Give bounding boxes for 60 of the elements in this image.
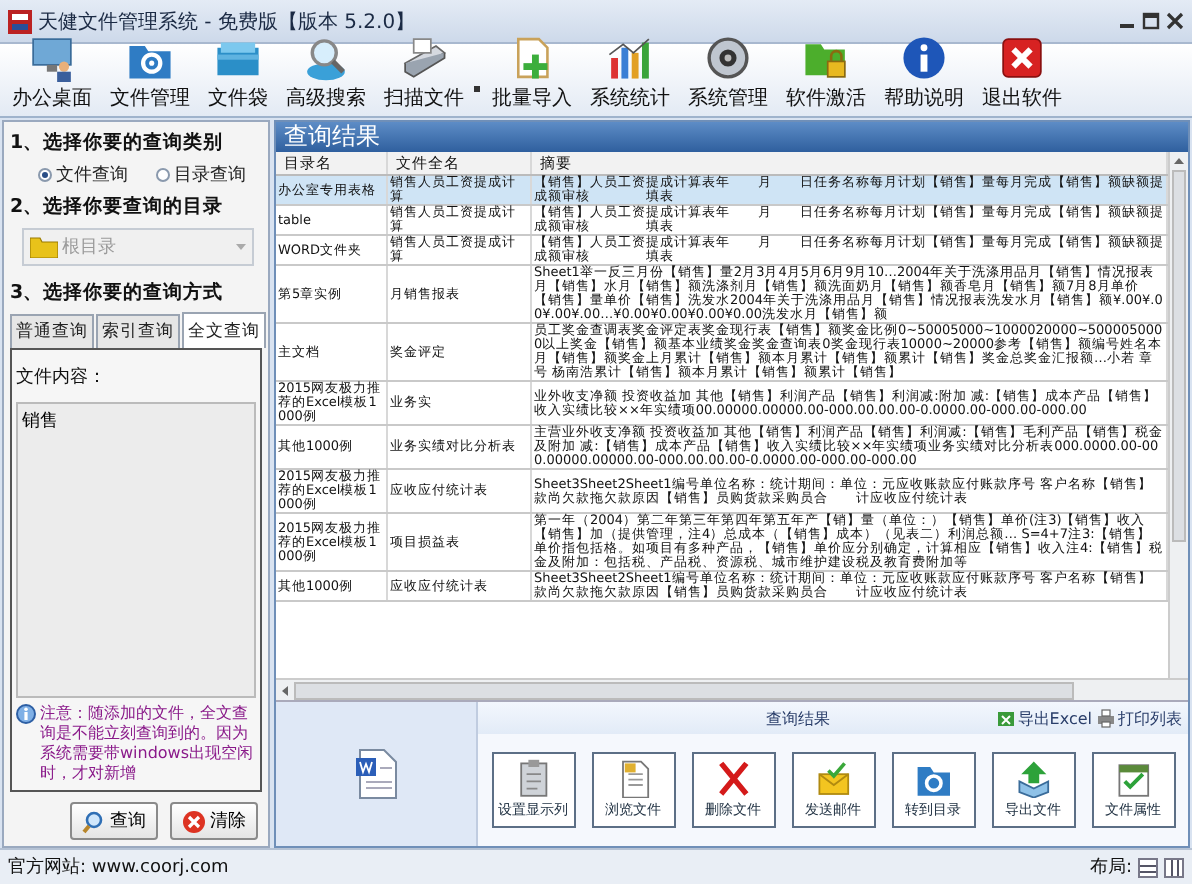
monitor-icon (28, 34, 76, 82)
toolbar-button[interactable]: 退出软件 (974, 32, 1070, 116)
toolbar-button[interactable]: 软件激活 (778, 32, 874, 116)
caret-icon (236, 244, 246, 250)
toolbar-link[interactable]: 导出Excel (993, 707, 1094, 729)
maximize-icon[interactable] (1142, 12, 1160, 30)
toolbar-button[interactable]: 系统管理 (680, 32, 776, 116)
section-heading: 1、选择你要的查询类别 (10, 130, 226, 156)
table-row[interactable] (276, 514, 1168, 572)
section-heading: 2、选择你要查询的目录 (10, 194, 226, 220)
app-icon (8, 9, 32, 33)
export-icon (1013, 758, 1053, 798)
panel-title: 查询结果 (763, 707, 832, 729)
tab[interactable]: 全文查询 (182, 312, 266, 348)
radio-icon[interactable] (156, 168, 170, 182)
layout-label: 布局: (1089, 855, 1132, 880)
clear-icon (182, 809, 206, 833)
horizontal-scrollbar[interactable] (276, 678, 1188, 700)
close-icon[interactable] (1166, 12, 1184, 30)
toolbar-button[interactable]: 文件管理 (102, 32, 198, 116)
search-icon (82, 809, 106, 833)
section-heading: 3、选择你要的查询方式 (10, 280, 226, 306)
action-button[interactable]: 查询 (70, 802, 158, 840)
word-document-icon (354, 748, 398, 800)
panel-title: 查询结果 (276, 122, 1188, 152)
info-icon (900, 34, 948, 82)
layout-rows-icon[interactable] (1138, 857, 1158, 877)
bar-chart-icon (606, 34, 654, 82)
toolbar-button[interactable]: 文件袋 (200, 32, 276, 116)
toolbar-button[interactable]: 系统统计 (582, 32, 678, 116)
website-text: 官方网站: www.coorj.com (8, 855, 229, 880)
folder-icon (30, 236, 58, 258)
envelope-icon (813, 758, 853, 798)
delete-icon (713, 758, 753, 798)
action-button[interactable]: 清除 (170, 802, 258, 840)
spreadsheet-icon (995, 708, 1016, 728)
tab[interactable]: 索引查询 (96, 314, 180, 348)
note-text: 注意：随添加的文件，全文查询是不能立刻查询到的。因为系统需要带windows出现空闲时，才对新增 (40, 704, 256, 784)
content-field[interactable]: 销售 (16, 402, 256, 698)
toolbar-button[interactable]: 办公桌面 (4, 32, 100, 116)
layout-columns-icon[interactable] (1164, 857, 1184, 877)
magnifier-icon (302, 34, 350, 82)
field-label: 文件内容： (16, 365, 108, 392)
toolbar-button[interactable]: 扫描文件 (376, 32, 472, 116)
toolbar-link[interactable]: 打印列表 (1094, 707, 1184, 729)
checklist-icon (1113, 758, 1153, 798)
window-title: 天健文件管理系统 - 免费版【版本 5.2.0】 (38, 9, 416, 35)
toolbar-button[interactable]: 帮助说明 (876, 32, 972, 116)
radio-option[interactable]: 文件查询 (38, 162, 128, 188)
radio-option[interactable]: 目录查询 (156, 162, 246, 188)
toolbar-button[interactable]: 高级搜索 (278, 32, 374, 116)
exit-icon (998, 34, 1046, 82)
gear-icon (704, 34, 752, 82)
tab[interactable]: 普通查询 (10, 314, 94, 348)
radio-icon[interactable] (38, 168, 52, 182)
info-icon (16, 704, 36, 724)
toolbar-button[interactable]: 批量导入 (484, 32, 580, 116)
printer-icon (1096, 708, 1116, 728)
scanner-icon (400, 34, 448, 82)
vertical-scrollbar[interactable] (1168, 152, 1188, 678)
